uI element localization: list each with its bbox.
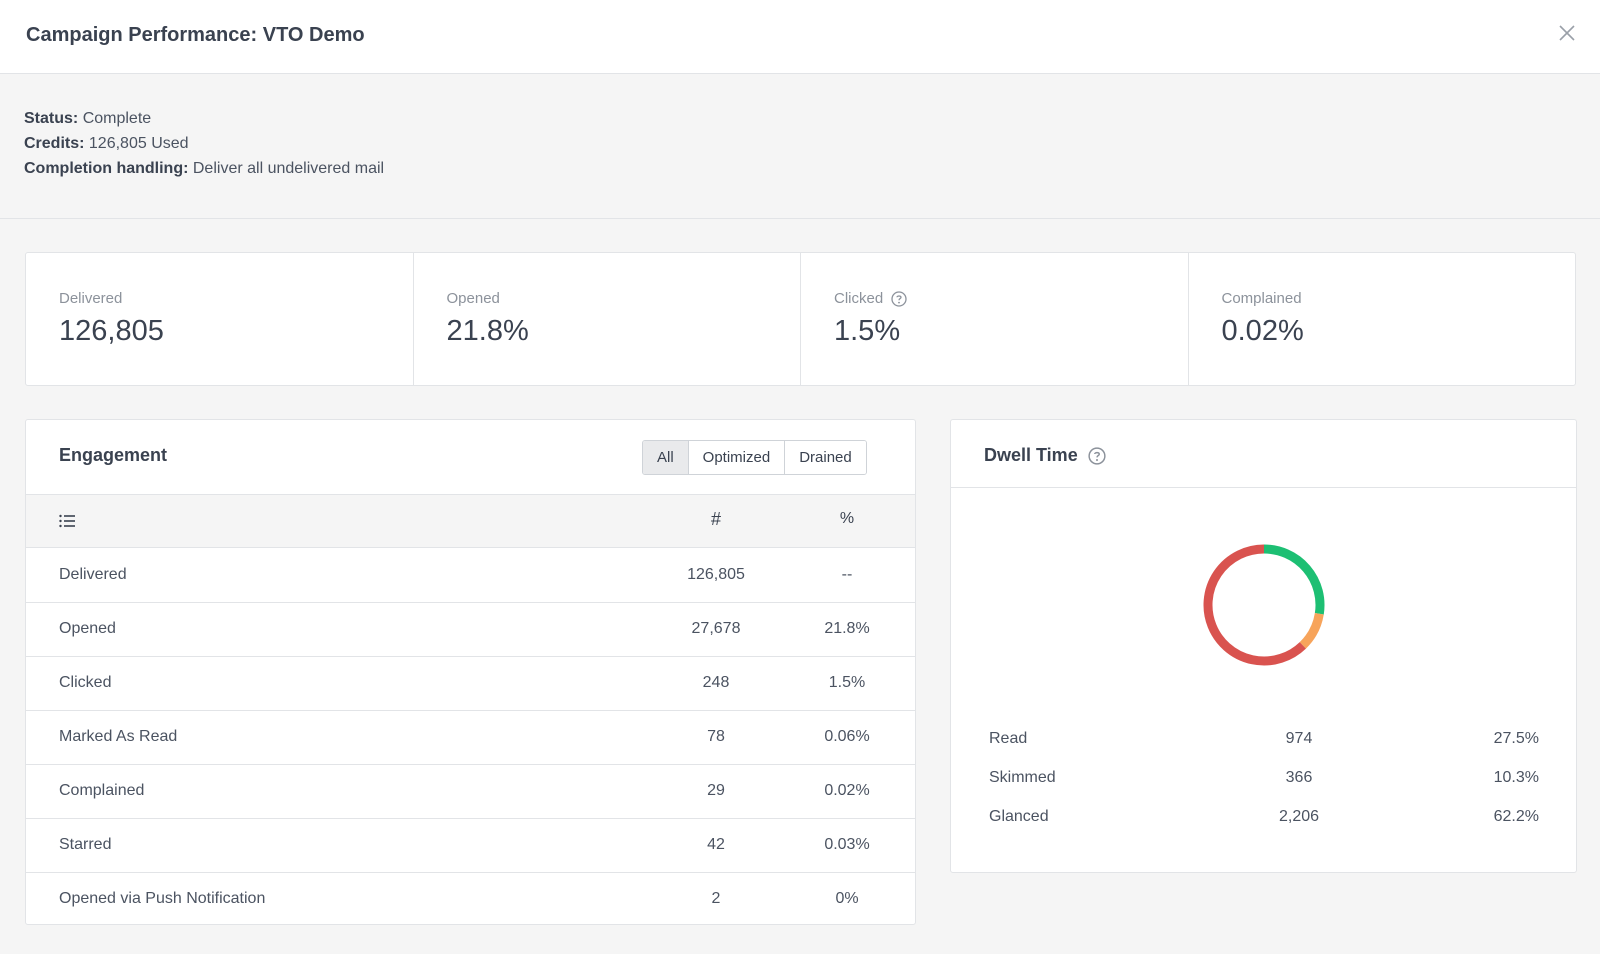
- engagement-title: Engagement: [59, 445, 168, 465]
- engagement-card: Engagement All Optimized Drained # % Del…: [25, 419, 916, 925]
- filter-drained-button[interactable]: Drained: [785, 441, 866, 474]
- row-name: Complained: [59, 782, 145, 799]
- row-name: Clicked: [59, 674, 112, 691]
- stat-value: 1.5%: [834, 315, 901, 347]
- stat-value: 126,805: [59, 315, 164, 347]
- dwell-row: Glanced 2,206 62.2%: [989, 808, 1539, 832]
- stat-value: 21.8%: [446, 315, 529, 347]
- table-row: Starred 42 0.03%: [26, 819, 915, 873]
- stat-label: Complained: [1221, 290, 1302, 307]
- stat-clicked: Clicked 1.5%: [801, 253, 1189, 385]
- column-percent-header[interactable]: %: [802, 510, 892, 528]
- row-count: 29: [707, 782, 725, 799]
- dwell-row-name: Glanced: [989, 808, 1049, 825]
- row-name: Marked As Read: [59, 728, 178, 745]
- row-percent: 0%: [835, 890, 859, 907]
- column-count-header[interactable]: #: [666, 509, 766, 530]
- dwell-row-name: Read: [989, 730, 1028, 747]
- completion-row: Completion handling: Deliver all undeliv…: [24, 160, 384, 178]
- stat-opened: Opened 21.8%: [414, 253, 801, 385]
- stat-complained: Complained 0.02%: [1189, 253, 1576, 385]
- table-row: Clicked 248 1.5%: [26, 657, 915, 711]
- list-icon[interactable]: [58, 512, 76, 530]
- divider: [951, 487, 1576, 488]
- row-percent: 0.02%: [824, 782, 870, 799]
- row-percent: 0.06%: [824, 728, 870, 745]
- row-count: 126,805: [687, 566, 745, 583]
- donut-slice-skimmed: [1299, 612, 1324, 649]
- credits-row: Credits: 126,805 Used: [24, 135, 189, 153]
- help-icon[interactable]: [1088, 446, 1106, 465]
- table-row: Delivered 126,805 --: [26, 549, 915, 603]
- engagement-filter: All Optimized Drained: [642, 440, 867, 475]
- row-percent: 1.5%: [828, 674, 866, 691]
- filter-all-button[interactable]: All: [643, 441, 689, 474]
- row-count: 2: [711, 890, 721, 907]
- dwell-row-percent: 27.5%: [1493, 730, 1539, 747]
- dwell-row: Skimmed 366 10.3%: [989, 769, 1539, 793]
- donut-slice-read: [1263, 544, 1325, 615]
- page-title: Campaign Performance: VTO Demo: [26, 24, 365, 46]
- dwell-time-donut-chart: [1203, 544, 1325, 666]
- modal-header: Campaign Performance: VTO Demo: [0, 0, 1600, 74]
- table-row: Complained 29 0.02%: [26, 765, 915, 819]
- row-percent: --: [841, 566, 853, 583]
- row-count: 27,678: [691, 620, 741, 637]
- filter-optimized-button[interactable]: Optimized: [688, 441, 786, 474]
- dwell-time-title: Dwell Time: [984, 445, 1078, 465]
- table-row: Marked As Read 78 0.06%: [26, 711, 915, 765]
- dwell-row-count: 974: [1285, 730, 1313, 747]
- status-value: Complete: [82, 110, 152, 127]
- row-count: 42: [707, 836, 725, 853]
- table-row: Opened via Push Notification 2 0%: [26, 873, 915, 924]
- stat-value: 0.02%: [1221, 315, 1304, 347]
- dwell-row-percent: 10.3%: [1493, 769, 1539, 786]
- campaign-meta: Status: Complete Credits: 126,805 Used C…: [0, 74, 1600, 219]
- table-row: Opened 27,678 21.8%: [26, 603, 915, 657]
- help-icon[interactable]: [891, 290, 907, 307]
- row-percent: 0.03%: [824, 836, 870, 853]
- row-name: Starred: [59, 836, 112, 853]
- credits-value: 126,805 Used: [88, 135, 189, 152]
- row-count: 78: [707, 728, 725, 745]
- stat-delivered: Delivered 126,805: [26, 253, 414, 385]
- stat-label: Clicked: [834, 290, 884, 307]
- summary-stats: Delivered 126,805 Opened 21.8% Clicked 1…: [25, 252, 1576, 386]
- status-row: Status: Complete: [24, 110, 151, 128]
- completion-label: Completion handling:: [24, 160, 189, 177]
- row-name: Delivered: [59, 566, 127, 583]
- dwell-row-count: 366: [1285, 769, 1313, 786]
- row-name: Opened: [59, 620, 116, 637]
- stat-label: Opened: [446, 290, 500, 307]
- row-percent: 21.8%: [824, 620, 870, 637]
- dwell-time-card: Dwell Time Read 974 27.5% Skimmed 366 10…: [950, 419, 1577, 873]
- row-name: Opened via Push Notification: [59, 890, 266, 907]
- status-label: Status:: [24, 110, 79, 127]
- credits-label: Credits:: [24, 135, 85, 152]
- dwell-row: Read 974 27.5%: [989, 730, 1539, 754]
- dwell-row-count: 2,206: [1278, 808, 1320, 825]
- donut-slice-glanced: [1203, 544, 1306, 666]
- row-count: 248: [702, 674, 730, 691]
- close-icon[interactable]: [1556, 22, 1578, 44]
- dwell-row-name: Skimmed: [989, 769, 1056, 786]
- dwell-row-percent: 62.2%: [1493, 808, 1539, 825]
- completion-value: Deliver all undelivered mail: [192, 160, 385, 177]
- stat-label: Delivered: [59, 290, 123, 307]
- table-header: # %: [26, 494, 915, 548]
